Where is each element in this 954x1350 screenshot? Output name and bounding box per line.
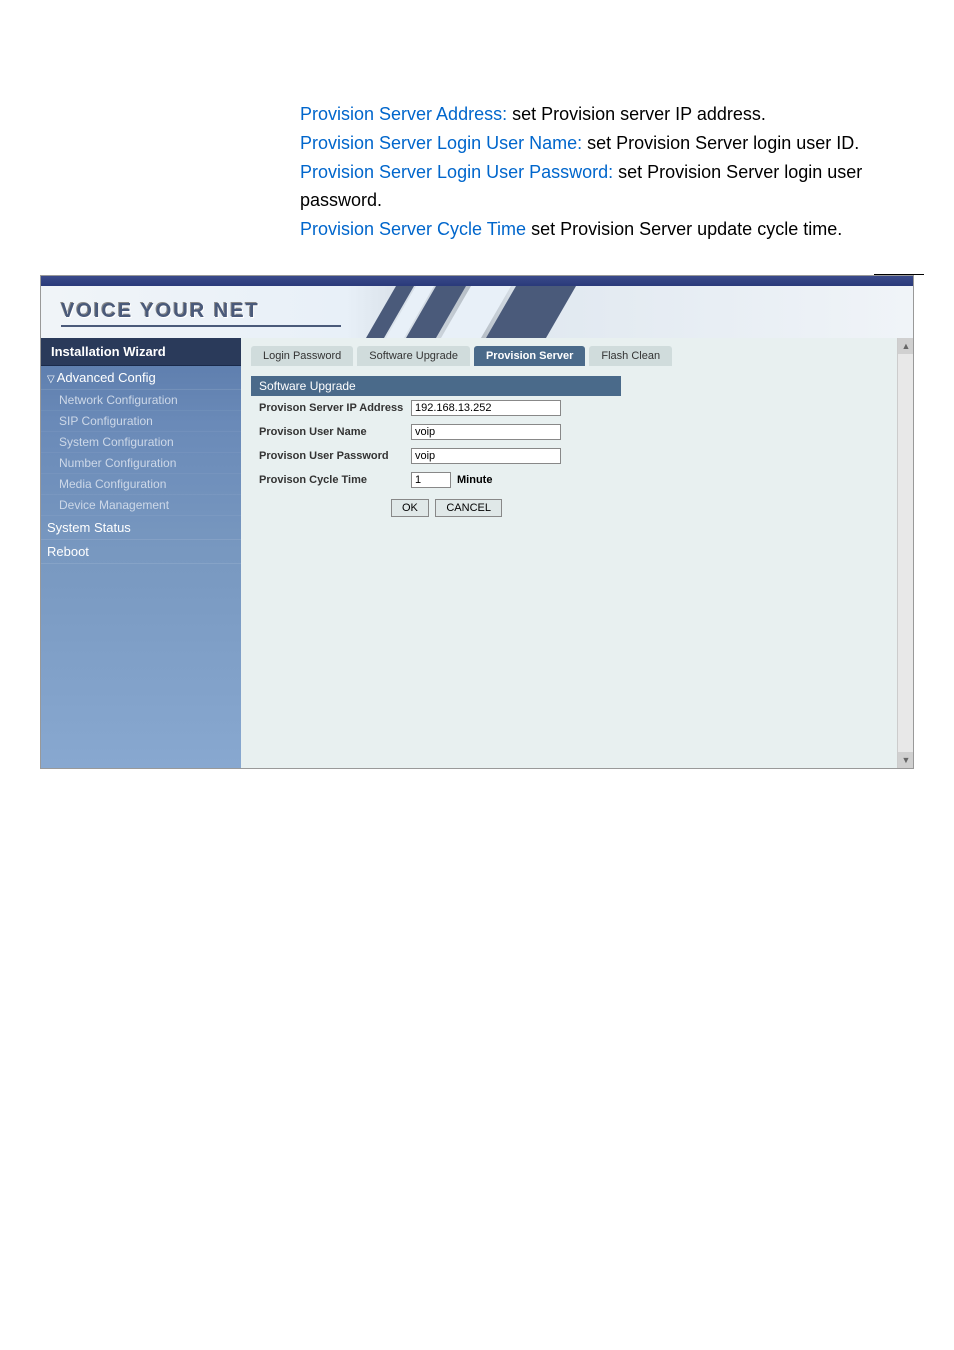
button-row: OK CANCEL	[251, 492, 903, 523]
banner: VOICE YOUR NET	[41, 286, 913, 338]
text-provision-user: set Provision Server login user ID.	[582, 133, 859, 153]
scrollbar[interactable]: ▲ ▼	[897, 338, 913, 768]
sidebar-section-advanced[interactable]: ▽Advanced Config	[41, 366, 241, 390]
content: Installation Wizard ▽Advanced Config Net…	[41, 338, 913, 768]
sidebar-item-network[interactable]: Network Configuration	[41, 390, 241, 411]
sidebar-item-status[interactable]: System Status	[41, 516, 241, 540]
label-provision-password: Provision Server Login User Password:	[300, 162, 613, 182]
sidebar-item-device[interactable]: Device Management	[41, 495, 241, 516]
main-panel: Login Password Software Upgrade Provisio…	[241, 338, 913, 768]
scroll-up-icon[interactable]: ▲	[898, 338, 914, 354]
input-cycle-time[interactable]	[411, 472, 451, 488]
row-user-name: Provison User Name	[251, 420, 903, 444]
text-provision-cycle: set Provision Server update cycle time.	[526, 219, 842, 239]
sidebar-item-sip[interactable]: SIP Configuration	[41, 411, 241, 432]
label-provision-cycle: Provision Server Cycle Time	[300, 219, 526, 239]
label-provision-user: Provision Server Login User Name:	[300, 133, 582, 153]
label-cycle-time: Provison Cycle Time	[251, 474, 411, 486]
label-user-name: Provison User Name	[251, 426, 411, 438]
sidebar-item-media[interactable]: Media Configuration	[41, 474, 241, 495]
tab-software-upgrade[interactable]: Software Upgrade	[357, 346, 470, 366]
row-user-password: Provison User Password	[251, 444, 903, 468]
sidebar-label-advanced: Advanced Config	[57, 370, 156, 385]
label-server-ip: Provison Server IP Address	[251, 402, 411, 414]
row-cycle-time: Provison Cycle Time Minute	[251, 468, 903, 492]
scroll-down-icon[interactable]: ▼	[898, 752, 914, 768]
window-topbar	[41, 276, 913, 286]
text-provision-address: set Provision server IP address.	[507, 104, 766, 124]
row-server-ip: Provison Server IP Address	[251, 396, 903, 420]
label-provision-address: Provision Server Address:	[300, 104, 507, 124]
panel-header: Software Upgrade	[251, 376, 621, 396]
tab-provision-server[interactable]: Provision Server	[474, 346, 585, 366]
sidebar-item-reboot[interactable]: Reboot	[41, 540, 241, 564]
sidebar-item-system[interactable]: System Configuration	[41, 432, 241, 453]
sidebar-item-installation[interactable]: Installation Wizard	[41, 338, 241, 366]
sidebar-item-number[interactable]: Number Configuration	[41, 453, 241, 474]
document-description: Provision Server Address: set Provision …	[0, 0, 954, 274]
app-window: VOICE YOUR NET Installation Wizard ▽Adva…	[40, 275, 914, 769]
banner-underline	[61, 325, 341, 327]
unit-minute: Minute	[457, 474, 492, 486]
input-user-name[interactable]	[411, 424, 561, 440]
input-user-password[interactable]	[411, 448, 561, 464]
sidebar: Installation Wizard ▽Advanced Config Net…	[41, 338, 241, 768]
tab-login-password[interactable]: Login Password	[251, 346, 353, 366]
tab-flash-clean[interactable]: Flash Clean	[589, 346, 672, 366]
input-server-ip[interactable]	[411, 400, 561, 416]
triangle-down-icon: ▽	[47, 374, 55, 385]
cancel-button[interactable]: CANCEL	[435, 499, 502, 517]
label-user-password: Provison User Password	[251, 450, 411, 462]
ok-button[interactable]: OK	[391, 499, 429, 517]
tabs: Login Password Software Upgrade Provisio…	[251, 346, 903, 366]
